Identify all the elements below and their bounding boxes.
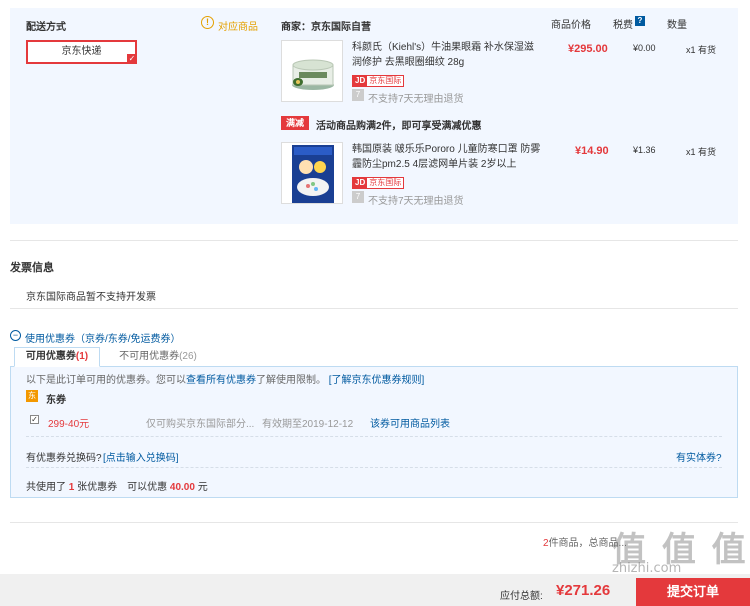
discount-amount: 40.00 (169, 482, 195, 493)
product-tax: ¥0.00 (633, 43, 656, 53)
tab-label: 可用优惠券 (25, 351, 76, 362)
no-return-icon: 7 (352, 191, 364, 203)
product-qty: x1 有货 (686, 145, 716, 158)
dong-coupon-icon: 东 (26, 390, 38, 402)
total-label: 应付总额: (500, 591, 543, 602)
jd-international-badge: JD 京东国际 (352, 177, 405, 189)
section-divider (10, 308, 738, 309)
price-column-header: 商品价格 (551, 20, 591, 31)
coupon-product-list-link[interactable]: 该券可用商品列表 (370, 415, 450, 430)
invoice-title: 发票信息 (10, 262, 54, 274)
stock-status: 有货 (698, 45, 717, 55)
jd-logo-icon: JD (353, 76, 368, 86)
jd-international-label: 京东国际 (367, 178, 404, 188)
section-divider (10, 240, 738, 241)
coupon-checkbox[interactable]: ✓ (30, 415, 39, 424)
coupon-amount: 299-40元 (48, 419, 90, 430)
total-amount: ¥271.26 (556, 582, 611, 599)
invoice-note: 京东国际商品暂不支持开发票 (26, 292, 156, 303)
coupon-usage-summary: 共使用了 1 张优惠券 可以优惠 40.00 元 (26, 478, 208, 493)
physical-coupon-link[interactable]: 有实体券? (676, 449, 722, 464)
usage-text: 共使用了 (26, 482, 66, 493)
selected-check-icon: ✓ (127, 54, 137, 64)
tax-column-header: 税费 (613, 20, 633, 31)
shipping-method-option[interactable]: 京东快递 (26, 40, 137, 64)
coupon-rules-link[interactable]: [了解京东优惠券规则] (329, 375, 425, 386)
product-name-link[interactable]: 科颜氏（Kiehl's）牛油果眼霜 补水保湿滋润修护 去黑眼圈细纹 28g (352, 40, 542, 70)
merchant-label: 商家：京东国际自营 (281, 22, 371, 33)
coupon-group-label: 东券 (46, 395, 66, 406)
tab-count: (26) (179, 351, 197, 362)
usage-text: 元 (197, 482, 208, 493)
tab-count: (1) (75, 351, 89, 362)
shipping-title: 配送方式 (26, 22, 66, 33)
watermark-url: zhizhi.com (612, 561, 682, 576)
stock-status: 有货 (698, 147, 717, 157)
collapse-icon[interactable]: − (10, 330, 21, 341)
redeem-code-link[interactable]: [点击输入兑换码] (103, 449, 179, 464)
coupon-scope: 仅可购买京东国际部分... (146, 419, 255, 430)
product-tax: ¥1.36 (633, 145, 656, 155)
usage-text: 张优惠券 可以优惠 (77, 482, 168, 493)
promo-text: 活动商品购满2件，即可享受满减优惠 (316, 121, 482, 132)
qty-column-header: 数量 (667, 20, 687, 31)
info-text: 了解使用限制。 (256, 375, 326, 386)
redeem-code-question: 有优惠券兑换码? (26, 453, 102, 464)
tab-available-coupons[interactable]: 可用优惠券(1) (14, 347, 100, 367)
dashed-divider (26, 467, 722, 468)
tab-label: 不可用优惠券 (119, 351, 180, 362)
coupon-validity: 有效期至2019-12-12 (262, 419, 354, 430)
product-name-link[interactable]: 韩国原装 啵乐乐Pororo 儿童防寒口罩 防雾霾防尘pm2.5 4层滤网单片装… (352, 142, 542, 172)
view-all-coupons-link[interactable]: 查看所有优惠券 (186, 375, 256, 386)
product-qty: x1 有货 (686, 43, 716, 56)
submit-order-button[interactable]: 提交订单 (636, 578, 750, 606)
product-image[interactable] (281, 142, 343, 204)
product-price: ¥14.90 (575, 145, 609, 157)
info-text: 以下是此订单可用的优惠券。您可以 (26, 375, 186, 386)
product-image[interactable] (281, 40, 343, 102)
jd-international-badge: JD 京东国际 (352, 75, 405, 87)
no-return-note: 不支持7天无理由退货 (368, 94, 464, 105)
coupon-info: 以下是此订单可用的优惠券。您可以查看所有优惠券了解使用限制。 [了解京东优惠券规… (26, 371, 424, 386)
used-count: 1 (68, 482, 75, 493)
matching-products-link[interactable]: 对应商品 (218, 18, 258, 33)
coupon-section-toggle[interactable]: 使用优惠券（京券/东券/免运费券） (25, 330, 181, 345)
tax-help-icon[interactable]: ? (635, 16, 645, 26)
promo-tag: 满减 (281, 116, 309, 130)
product-price: ¥295.00 (568, 43, 608, 55)
qty-value: x1 (686, 147, 696, 157)
no-return-icon: 7 (352, 89, 364, 101)
exclamation-icon: ! (201, 16, 214, 29)
tab-unavailable-coupons[interactable]: 不可用优惠券(26) (108, 348, 208, 368)
no-return-note: 不支持7天无理由退货 (368, 196, 464, 207)
jd-logo-icon: JD (353, 178, 368, 188)
qty-value: x1 (686, 45, 696, 55)
jd-international-label: 京东国际 (367, 76, 404, 86)
dashed-divider (26, 436, 722, 437)
